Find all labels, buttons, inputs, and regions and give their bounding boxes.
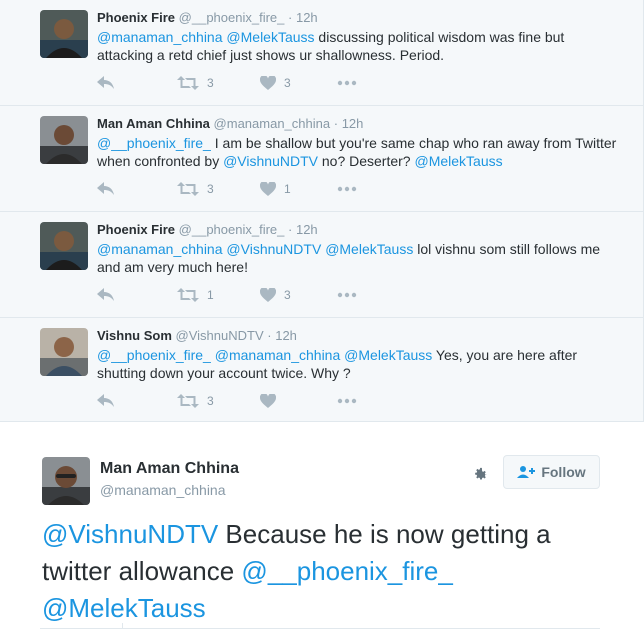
tweet-header: Phoenix Fire @__phoenix_fire_ · 12h: [97, 222, 318, 238]
reply-tweet-2[interactable]: Man Aman Chhina @manaman_chhina · 12h @__…: [0, 106, 644, 212]
timestamp[interactable]: 12h: [296, 10, 318, 25]
tweet-text: @__phoenix_fire_ @manaman_chhina @MelekT…: [97, 346, 617, 382]
timestamp[interactable]: 12h: [275, 328, 297, 343]
follow-label: Follow: [541, 464, 586, 480]
author-name[interactable]: Phoenix Fire: [97, 10, 175, 25]
like-button[interactable]: 3: [260, 74, 291, 92]
follow-button[interactable]: Follow: [503, 455, 600, 489]
retweet-button[interactable]: 1: [177, 286, 214, 304]
retweet-icon: [177, 394, 199, 408]
timestamp[interactable]: 12h: [342, 116, 364, 131]
author-handle[interactable]: @__phoenix_fire_: [179, 222, 285, 237]
mention-link[interactable]: @MelekTauss: [344, 347, 432, 363]
mention-link[interactable]: @MelekTauss: [42, 593, 206, 623]
tweet-text: @VishnuNDTV Because he is now getting a …: [42, 516, 602, 627]
mention-link[interactable]: @MelekTauss: [414, 153, 502, 169]
mention-link[interactable]: @__phoenix_fire_: [97, 347, 211, 363]
avatar[interactable]: [40, 222, 88, 270]
retweet-icon: [177, 76, 199, 90]
author-handle[interactable]: @manaman_chhina: [100, 482, 226, 498]
avatar[interactable]: [40, 116, 88, 164]
mention-link[interactable]: @VishnuNDTV: [42, 519, 218, 549]
tweet-header: Vishnu Som @VishnuNDTV · 12h: [97, 328, 297, 344]
reply-icon[interactable]: [97, 74, 115, 92]
like-button[interactable]: [260, 392, 284, 410]
reply-icon[interactable]: [97, 180, 115, 198]
like-icon: [260, 288, 276, 302]
retweet-button[interactable]: 3: [177, 74, 214, 92]
tweet-header: Phoenix Fire @__phoenix_fire_ · 12h: [97, 10, 318, 26]
mention-link[interactable]: @manaman_chhina: [97, 241, 223, 257]
avatar[interactable]: [40, 328, 88, 376]
more-icon[interactable]: [337, 180, 357, 198]
gear-icon[interactable]: [468, 461, 494, 487]
mention-link[interactable]: @__phoenix_fire_: [241, 556, 452, 586]
tweet-text: @__phoenix_fire_ I am be shallow but you…: [97, 134, 617, 170]
divider-tick: [122, 623, 123, 629]
like-count: 3: [284, 76, 291, 90]
more-icon[interactable]: [337, 392, 357, 410]
separator-dot: ·: [288, 10, 293, 25]
mention-link[interactable]: @manaman_chhina: [97, 29, 223, 45]
retweet-count: 3: [207, 182, 214, 196]
retweet-button[interactable]: 3: [177, 392, 214, 410]
tweet-header: Man Aman Chhina @manaman_chhina · 12h: [97, 116, 363, 132]
author-name[interactable]: Phoenix Fire: [97, 222, 175, 237]
like-icon: [260, 76, 276, 90]
tweet-text: @manaman_chhina @MelekTauss discussing p…: [97, 28, 617, 64]
mention-link[interactable]: @MelekTauss: [325, 241, 413, 257]
author-handle[interactable]: @manaman_chhina: [214, 116, 331, 131]
retweet-icon: [177, 182, 199, 196]
avatar[interactable]: [42, 457, 90, 505]
avatar[interactable]: [40, 10, 88, 58]
retweet-count: 1: [207, 288, 214, 302]
follow-person-icon: [517, 466, 536, 478]
mention-link[interactable]: @MelekTauss: [226, 29, 314, 45]
mention-link[interactable]: @VishnuNDTV: [226, 241, 321, 257]
mention-link[interactable]: @manaman_chhina: [215, 347, 341, 363]
author-name[interactable]: Man Aman Chhina: [100, 460, 239, 478]
separator-dot: ·: [267, 328, 272, 343]
mention-link[interactable]: @__phoenix_fire_: [97, 135, 211, 151]
separator-dot: ·: [288, 222, 293, 237]
author-name[interactable]: Man Aman Chhina: [97, 116, 210, 131]
like-icon: [260, 182, 276, 196]
focused-tweet: Man Aman Chhina @manaman_chhina Follow @…: [0, 421, 644, 629]
more-icon[interactable]: [337, 74, 357, 92]
like-count: 1: [284, 182, 291, 196]
like-count: 3: [284, 288, 291, 302]
tweet-text: @manaman_chhina @VishnuNDTV @MelekTauss …: [97, 240, 617, 276]
retweet-button[interactable]: 3: [177, 180, 214, 198]
retweet-count: 3: [207, 76, 214, 90]
like-button[interactable]: 1: [260, 180, 291, 198]
tweet-text-segment: no? Deserter?: [317, 153, 415, 169]
like-button[interactable]: 3: [260, 286, 291, 304]
retweet-count: 3: [207, 394, 214, 408]
author-handle[interactable]: @VishnuNDTV: [176, 328, 264, 343]
timestamp[interactable]: 12h: [296, 222, 318, 237]
reply-tweet-1[interactable]: Phoenix Fire @__phoenix_fire_ · 12h @mana…: [0, 0, 644, 106]
more-icon[interactable]: [337, 286, 357, 304]
mention-link[interactable]: @VishnuNDTV: [223, 153, 318, 169]
separator-dot: ·: [333, 116, 339, 131]
reply-tweet-3[interactable]: Phoenix Fire @__phoenix_fire_ · 12h @mana…: [0, 212, 644, 318]
reply-icon[interactable]: [97, 286, 115, 304]
reply-icon[interactable]: [97, 392, 115, 410]
author-handle[interactable]: @__phoenix_fire_: [179, 10, 285, 25]
author-name[interactable]: Vishnu Som: [97, 328, 172, 343]
reply-tweet-4[interactable]: Vishnu Som @VishnuNDTV · 12h @__phoenix_f…: [0, 318, 644, 424]
like-icon: [260, 394, 276, 408]
retweet-icon: [177, 288, 199, 302]
conversation-thread: Phoenix Fire @__phoenix_fire_ · 12h @mana…: [0, 0, 644, 424]
